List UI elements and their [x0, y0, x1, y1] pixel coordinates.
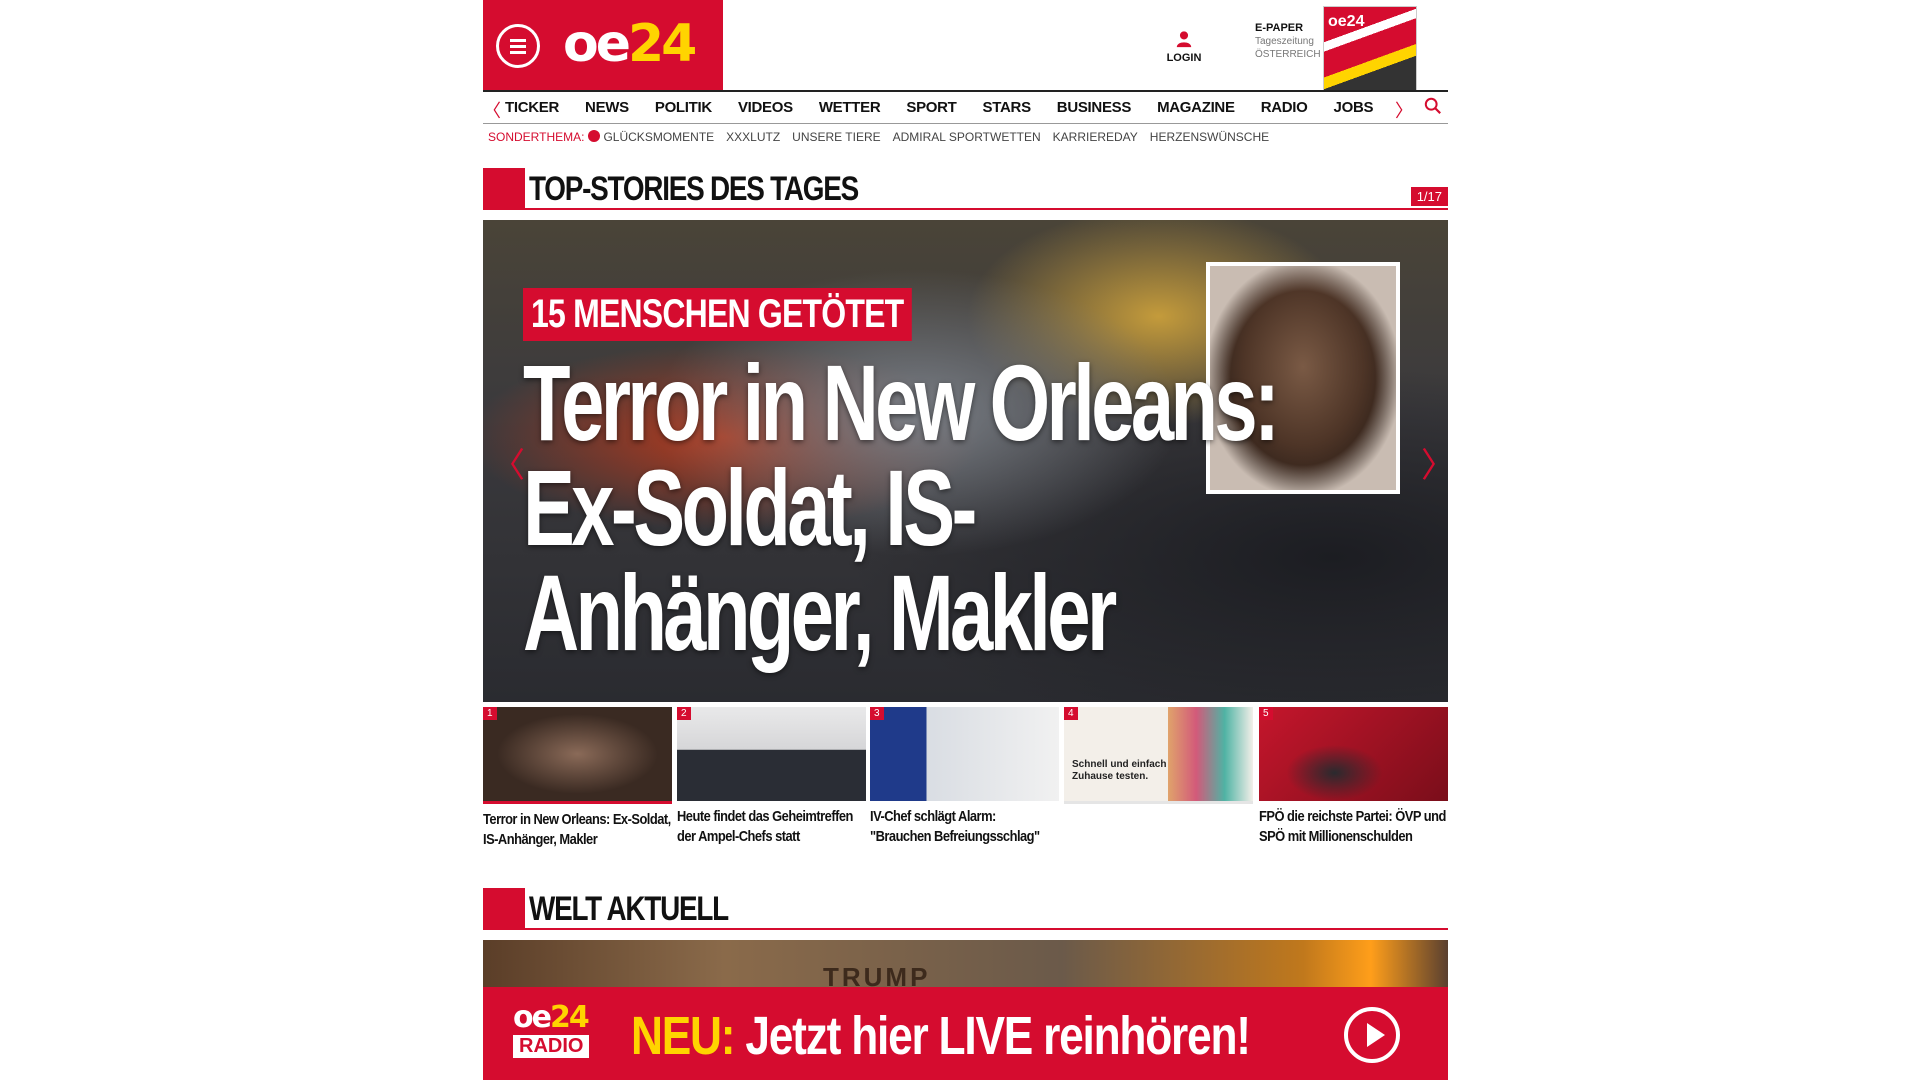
- sonderthema-label: SONDERTHEMA:: [488, 130, 585, 144]
- section-title: WELT AKTUELL: [529, 890, 729, 928]
- oe24-radio-logo: oe24 RADIO: [513, 1003, 603, 1065]
- section-marker: [483, 168, 525, 210]
- thumb-underline: [1064, 801, 1253, 804]
- epaper-region: ÖSTERREICH: [1255, 49, 1321, 60]
- thumb-image: 1: [483, 707, 672, 801]
- play-icon[interactable]: [1344, 1007, 1400, 1063]
- menu-icon[interactable]: [496, 24, 540, 68]
- thumb-image: 2: [677, 707, 866, 801]
- nav-item-ticker[interactable]: TICKER: [505, 99, 559, 116]
- section-underline: [525, 928, 1448, 930]
- active-indicator: [483, 801, 672, 804]
- thumb-number: 4: [1064, 707, 1078, 720]
- epaper-link[interactable]: E-PAPER Tageszeitung ÖSTERREICH: [1255, 22, 1321, 61]
- hero-headline: Terror in New Orleans: Ex-Soldat, IS-Anh…: [523, 342, 1280, 673]
- radio-cta-label: Jetzt hier LIVE reinhören!: [734, 1006, 1251, 1066]
- nav-item-wetter[interactable]: WETTER: [819, 99, 881, 116]
- nav-prev-arrow-icon[interactable]: 〈: [483, 97, 501, 123]
- main-nav: 〈 TICKER NEWS POLITIK VIDEOS WETTER SPOR…: [483, 90, 1448, 124]
- subnav-item-unsere-tiere[interactable]: UNSERE TIERE: [792, 130, 880, 144]
- hero-story[interactable]: 15 MENSCHEN GETÖTET Terror in New Orlean…: [483, 220, 1448, 702]
- nav-list: TICKER NEWS POLITIK VIDEOS WETTER SPORT …: [505, 99, 1399, 116]
- thumb-number: 5: [1259, 707, 1273, 720]
- login-label: LOGIN: [1166, 52, 1202, 64]
- ad-text: Schnell und einfach Zuhause testen.: [1072, 759, 1167, 782]
- top-stories-thumbnails: 1 Terror in New Orleans: Ex-Soldat, IS-A…: [483, 707, 1448, 872]
- top-stories-header: TOP-STORIES DES TAGES 1/17: [483, 168, 1448, 210]
- subnav-item-xxxlutz[interactable]: XXXLUTZ: [726, 130, 780, 144]
- subnav-item-herzenswuensche[interactable]: HERZENSWÜNSCHE: [1150, 130, 1269, 144]
- epaper-title: E-PAPER: [1255, 22, 1304, 34]
- thumb-caption: Terror in New Orleans: Ex-Soldat, IS-Anh…: [483, 811, 671, 848]
- thumb-caption: FPÖ die reichste Partei: ÖVP und SPÖ mit…: [1259, 808, 1446, 845]
- epaper-subtitle: Tageszeitung: [1255, 36, 1314, 47]
- section-marker: [483, 888, 525, 930]
- thumb-image: 3: [870, 707, 1059, 801]
- subnav-item-karriereday[interactable]: KARRIEREDAY: [1053, 130, 1138, 144]
- gluecksmomente-icon: [588, 130, 601, 142]
- user-icon: [1176, 31, 1192, 48]
- nav-next-arrow-icon[interactable]: 〉: [1395, 97, 1413, 123]
- radio-neu-label: NEU:: [631, 1006, 736, 1066]
- login-button[interactable]: LOGIN: [1159, 30, 1209, 64]
- thumb-story-4-ad[interactable]: 4 Schnell und einfach Zuhause testen.: [1064, 707, 1253, 804]
- radio-cta-text: NEU: Jetzt hier LIVE reinhören!: [631, 1005, 1251, 1067]
- subnav-item-gluecksmomente[interactable]: GLÜCKSMOMENTE: [603, 130, 714, 144]
- subnav-item-admiral[interactable]: ADMIRAL SPORTWETTEN: [893, 130, 1041, 144]
- thumb-number: 1: [483, 707, 497, 720]
- thumb-story-3[interactable]: 3 IV-Chef schlägt Alarm: "Brauchen Befre…: [870, 707, 1059, 847]
- nav-item-business[interactable]: BUSINESS: [1057, 99, 1132, 116]
- logo-area[interactable]: oe24: [483, 0, 723, 90]
- epaper-cover-logo: oe24: [1328, 13, 1365, 30]
- section-title: TOP-STORIES DES TAGES: [529, 170, 859, 208]
- hero-next-arrow-icon[interactable]: 〉: [1421, 438, 1448, 487]
- welt-aktuell-header: WELT AKTUELL: [483, 888, 1448, 930]
- thumb-caption: Heute findet das Geheimtreffen der Ampel…: [677, 808, 853, 845]
- sonderthema-nav: SONDERTHEMA: GLÜCKSMOMENTE XXXLUTZ UNSER…: [488, 130, 1281, 144]
- section-underline: [525, 208, 1448, 210]
- nav-item-stars[interactable]: STARS: [983, 99, 1032, 116]
- radio-logo-text: oe: [513, 1000, 552, 1035]
- logo-number: 24: [628, 14, 697, 74]
- nav-item-politik[interactable]: POLITIK: [655, 99, 712, 116]
- nav-item-videos[interactable]: VIDEOS: [738, 99, 793, 116]
- epaper-cover-image[interactable]: oe24: [1323, 6, 1417, 92]
- page: oe24 LOGIN E-PAPER Tageszeitung ÖSTERREI…: [483, 0, 1448, 1080]
- thumb-number: 3: [870, 707, 884, 720]
- nav-item-radio[interactable]: RADIO: [1261, 99, 1308, 116]
- logo-text: oe: [563, 14, 631, 74]
- thumb-story-1[interactable]: 1 Terror in New Orleans: Ex-Soldat, IS-A…: [483, 707, 672, 850]
- nav-item-news[interactable]: NEWS: [585, 99, 629, 116]
- radio-logo-sub: RADIO: [513, 1035, 590, 1058]
- slider-pager: 1/17: [1410, 187, 1448, 206]
- radio-banner[interactable]: oe24 RADIO NEU: Jetzt hier LIVE reinhöre…: [483, 987, 1448, 1080]
- radio-logo-number: 24: [549, 1000, 590, 1035]
- hero-kicker: 15 MENSCHEN GETÖTET: [523, 288, 912, 341]
- nav-item-jobs[interactable]: JOBS: [1334, 99, 1374, 116]
- thumb-image: 5: [1259, 707, 1448, 801]
- hero-prev-arrow-icon[interactable]: 〈: [491, 438, 525, 487]
- nav-item-magazine[interactable]: MAGAZINE: [1157, 99, 1235, 116]
- search-icon[interactable]: [1424, 97, 1442, 115]
- thumb-number: 2: [677, 707, 691, 720]
- nav-item-sport[interactable]: SPORT: [906, 99, 956, 116]
- thumb-ad-image: 4 Schnell und einfach Zuhause testen.: [1064, 707, 1253, 801]
- thumb-caption: IV-Chef schlägt Alarm: "Brauchen Befreiu…: [870, 808, 1040, 845]
- thumb-story-2[interactable]: 2 Heute findet das Geheimtreffen der Amp…: [677, 707, 866, 847]
- oe24-logo[interactable]: oe24: [563, 14, 697, 74]
- thumb-story-5[interactable]: 5 FPÖ die reichste Partei: ÖVP und SPÖ m…: [1259, 707, 1448, 847]
